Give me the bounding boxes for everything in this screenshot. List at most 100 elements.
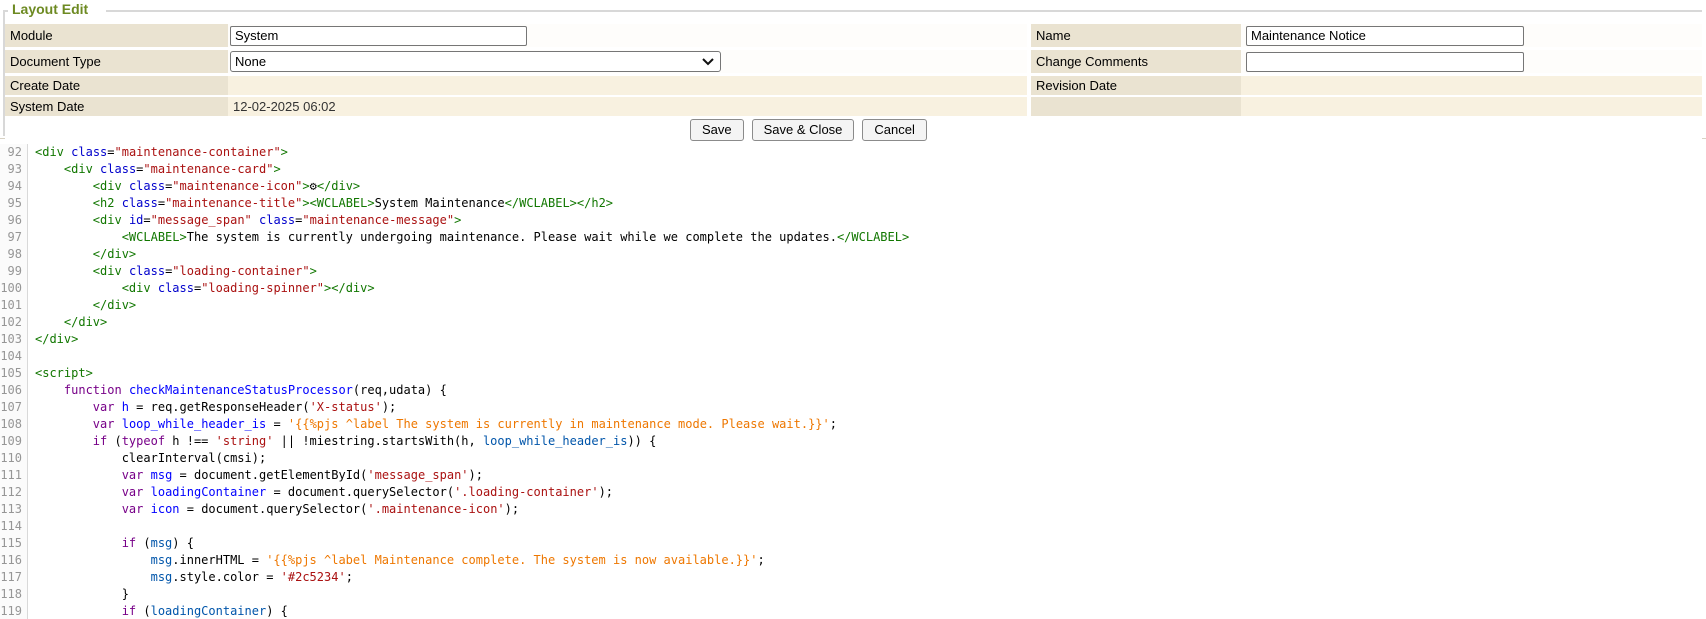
line-number: 110 [0,450,28,467]
line-number: 118 [0,586,28,603]
line-number: 111 [0,467,28,484]
code-line-content: <div class="maintenance-icon">⚙</div> [28,178,360,195]
code-line-content: <h2 class="maintenance-title"><WCLABEL>S… [28,195,613,212]
line-number: 99 [0,263,28,280]
code-line: 104 [0,348,1706,365]
code-line: 96 <div id="message_span" class="mainten… [0,212,1706,229]
form-row-system-date: System Date 12-02-2025 06:02 [5,97,1702,116]
layout-edit-screen: Layout Edit Module Name Document Type [0,0,1706,619]
form-row-doctype-comments: Document Type None Change Comments [5,50,1702,73]
code-line: 119 if (loadingContainer) { [0,603,1706,619]
code-line-content: } [28,586,129,603]
name-label: Name [1031,24,1241,47]
code-line-content: <div class="loading-container"> [28,263,317,280]
code-line-content: <div class="maintenance-card"> [28,161,281,178]
revision-date-label: Revision Date [1031,76,1241,95]
code-line: 95 <h2 class="maintenance-title"><WCLABE… [0,195,1706,212]
line-number: 102 [0,314,28,331]
code-line: 99 <div class="loading-container"> [0,263,1706,280]
code-line-content: <div class="loading-spinner"></div> [28,280,375,297]
change-comments-label: Change Comments [1031,50,1241,73]
system-date-label: System Date [5,97,228,116]
line-number: 112 [0,484,28,501]
module-label: Module [5,24,228,47]
line-number: 105 [0,365,28,382]
code-line: 115 if (msg) { [0,535,1706,552]
code-line-content: var icon = document.querySelector('.main… [28,501,519,518]
code-line-content: msg.innerHTML = '{{%pjs ^label Maintenan… [28,552,765,569]
form-actions: Save Save & Close Cancel [5,118,1702,141]
line-number: 98 [0,246,28,263]
code-line: 117 msg.style.color = '#2c5234'; [0,569,1706,586]
code-line: 98 </div> [0,246,1706,263]
line-number: 116 [0,552,28,569]
module-input[interactable] [230,26,527,46]
line-number: 97 [0,229,28,246]
code-line-content: </div> [28,246,136,263]
code-line: 106 function checkMaintenanceStatusProce… [0,382,1706,399]
code-line-content: var h = req.getResponseHeader('X-status'… [28,399,396,416]
line-number: 109 [0,433,28,450]
line-number: 93 [0,161,28,178]
system-date-value: 12-02-2025 06:02 [228,99,336,114]
code-line: 118 } [0,586,1706,603]
code-line: 94 <div class="maintenance-icon">⚙</div> [0,178,1706,195]
form-grid: Module Name Document Type None [5,24,1702,141]
code-line: 113 var icon = document.querySelector('.… [0,501,1706,518]
line-number: 106 [0,382,28,399]
code-line: 116 msg.innerHTML = '{{%pjs ^label Maint… [0,552,1706,569]
code-editor[interactable]: 92<div class="maintenance-container">93 … [0,138,1706,619]
code-line-content: var loop_while_header_is = '{{%pjs ^labe… [28,416,837,433]
code-line: 108 var loop_while_header_is = '{{%pjs ^… [0,416,1706,433]
line-number: 114 [0,518,28,535]
code-line-content: <div class="maintenance-container"> [28,144,288,161]
line-number: 104 [0,348,28,365]
fieldset-border [106,10,1702,12]
line-number: 119 [0,603,28,619]
code-line: 114 [0,518,1706,535]
line-number: 96 [0,212,28,229]
code-line: 102 </div> [0,314,1706,331]
code-line: 97 <WCLABEL>The system is currently unde… [0,229,1706,246]
code-line: 100 <div class="loading-spinner"></div> [0,280,1706,297]
code-line-content: if (loadingContainer) { [28,603,288,619]
code-line-content: <div id="message_span" class="maintenanc… [28,212,461,229]
line-number: 117 [0,569,28,586]
change-comments-input[interactable] [1246,52,1524,72]
line-number: 103 [0,331,28,348]
name-input[interactable] [1246,26,1524,46]
code-line-content: msg.style.color = '#2c5234'; [28,569,353,586]
code-line-content: clearInterval(cmsi); [28,450,266,467]
code-line-content: if (typeof h !== 'string' || !miestring.… [28,433,656,450]
code-line: 111 var msg = document.getElementById('m… [0,467,1706,484]
line-number: 115 [0,535,28,552]
code-line-content: var msg = document.getElementById('messa… [28,467,483,484]
code-line-content: </div> [28,297,136,314]
empty-label-cell [1031,97,1241,116]
form-row-module-name: Module Name [5,24,1702,47]
line-number: 92 [0,144,28,161]
line-number: 101 [0,297,28,314]
page-title: Layout Edit [9,1,91,17]
code-line: 103</div> [0,331,1706,348]
code-line-content: </div> [28,314,107,331]
code-line-content: <WCLABEL>The system is currently undergo… [28,229,909,246]
code-line: 105<script> [0,365,1706,382]
code-line-content [28,518,35,535]
document-type-select[interactable]: None [230,51,721,72]
code-line: 92<div class="maintenance-container"> [0,144,1706,161]
code-line-content [28,348,35,365]
code-line-content: <script> [28,365,93,382]
layout-edit-fieldset: Layout Edit Module Name Document Type [0,0,1706,138]
code-line: 112 var loadingContainer = document.quer… [0,484,1706,501]
save-close-button[interactable]: Save & Close [752,119,855,141]
line-number: 108 [0,416,28,433]
code-line: 107 var h = req.getResponseHeader('X-sta… [0,399,1706,416]
code-line-content: function checkMaintenanceStatusProcessor… [28,382,447,399]
cancel-button[interactable]: Cancel [862,119,926,141]
save-button[interactable]: Save [690,119,744,141]
line-number: 107 [0,399,28,416]
code-line: 101 </div> [0,297,1706,314]
code-line: 93 <div class="maintenance-card"> [0,161,1706,178]
code-line: 110 clearInterval(cmsi); [0,450,1706,467]
